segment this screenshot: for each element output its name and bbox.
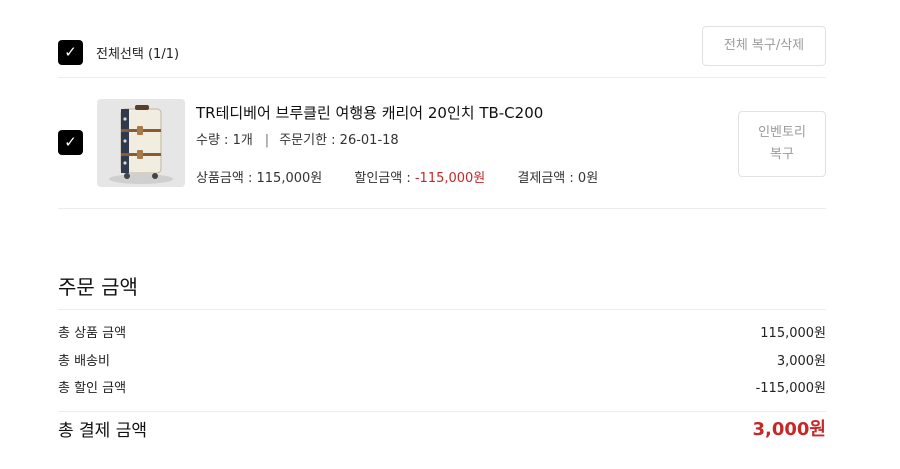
summary-line-shipping: 총 배송비 3,000원 (58, 350, 826, 369)
cart-item: ✓ TR테디베어 브루클린 여행용 캐리어 20인치 TB-C200 수량 : … (58, 78, 826, 209)
summary-line-product-total: 총 상품 금액 115,000원 (58, 322, 826, 341)
select-all-row: ✓ 전체선택 (1/1) 전체 복구/삭제 (58, 26, 826, 78)
summary-value: 3,000원 (776, 354, 826, 369)
item-meta: 수량 : 1개 | 주문기한 : 26-01-18 (196, 129, 399, 148)
inventory-restore-button[interactable]: 인벤토리 복구 (738, 111, 826, 177)
summary-total: 총 결제 금액 3,000원 (58, 416, 826, 442)
item-prices: 상품금액 : 115,000원 할인금액 : -115,000원 결제금액 : … (196, 167, 626, 186)
discount-value: -115,000원 (414, 171, 486, 186)
summary-label: 총 상품 금액 (58, 326, 127, 341)
checkmark-icon: ✓ (64, 133, 77, 151)
restore-delete-all-button[interactable]: 전체 복구/삭제 (702, 26, 826, 66)
product-price-label: 상품금액 : (196, 171, 257, 186)
payment-label: 결제금액 : (517, 171, 578, 186)
quantity-text: 수량 : 1개 (196, 133, 253, 148)
total-divider (58, 411, 826, 412)
summary-label: 총 할인 금액 (58, 381, 127, 396)
summary-value: 115,000원 (760, 326, 826, 341)
product-price: 상품금액 : 115,000원 (196, 167, 322, 186)
order-deadline-text: 주문기한 : 26-01-18 (279, 133, 399, 148)
summary-label: 총 배송비 (58, 354, 110, 369)
select-all-checkbox[interactable]: ✓ (58, 40, 83, 65)
meta-separator: | (264, 133, 270, 148)
payment-price: 결제금액 : 0원 (517, 167, 598, 186)
restore-button-line1: 인벤토리 (758, 124, 806, 140)
summary-value: -115,000원 (755, 381, 826, 396)
summary-divider (58, 309, 826, 310)
product-title[interactable]: TR테디베어 브루클린 여행용 캐리어 20인치 TB-C200 (196, 102, 543, 123)
discount-price: 할인금액 : -115,000원 (354, 167, 485, 186)
select-all-label[interactable]: 전체선택 (1/1) (96, 43, 179, 62)
checkmark-icon: ✓ (64, 43, 77, 61)
restore-button-line2: 복구 (770, 147, 794, 162)
suitcase-image (97, 99, 185, 187)
total-value: 3,000원 (752, 419, 827, 440)
product-thumbnail[interactable] (97, 99, 185, 187)
order-summary-title: 주문 금액 (58, 275, 138, 299)
total-label: 총 결제 금액 (58, 421, 148, 441)
discount-label: 할인금액 : (354, 171, 415, 186)
product-price-value: 115,000원 (256, 171, 323, 186)
item-checkbox[interactable]: ✓ (58, 130, 83, 155)
summary-line-discount: 총 할인 금액 -115,000원 (58, 377, 826, 396)
payment-value: 0원 (577, 171, 599, 186)
